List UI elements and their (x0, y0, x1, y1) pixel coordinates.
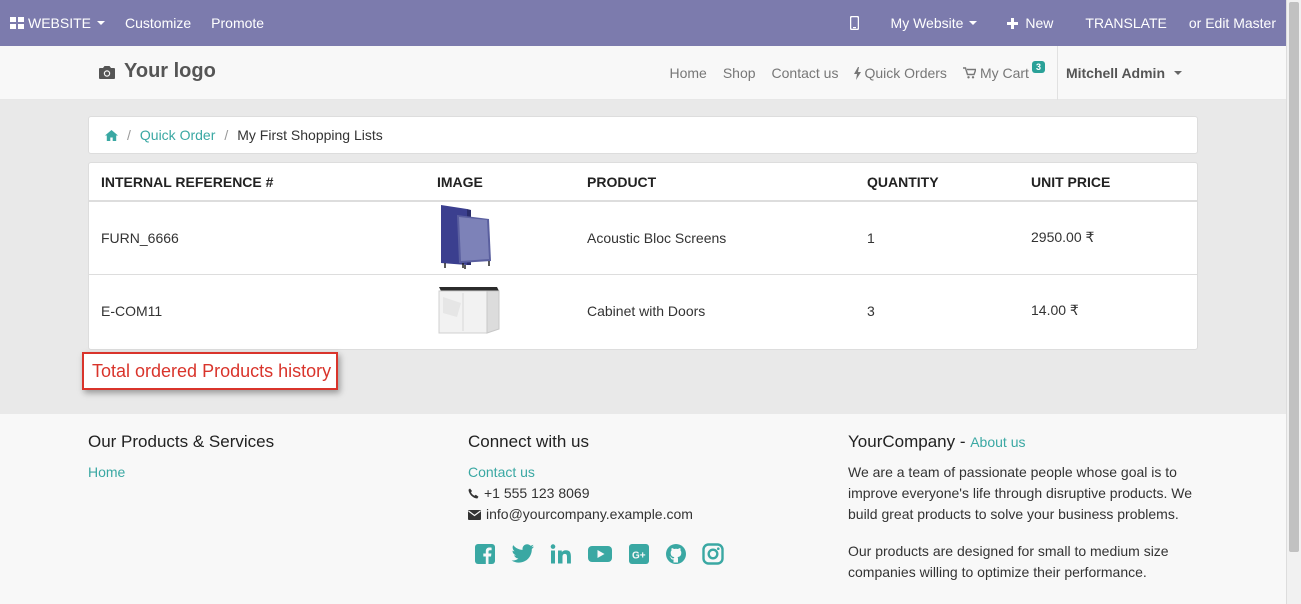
nav-cart[interactable]: My Cart 3 (955, 46, 1053, 100)
footer-col-products: Our Products & Services Home (88, 432, 428, 483)
envelope-icon (468, 509, 481, 520)
camera-icon (99, 65, 115, 79)
row-quantity: 3 (855, 273, 1019, 347)
main-nav: Home Shop Contact us Quick Orders My Car… (661, 46, 1190, 100)
linkedin-icon[interactable] (550, 543, 572, 565)
quick-orders-label: Quick Orders (864, 65, 947, 81)
table-row: E-COM11 Cabinet with Doors 3 14.00 ₹ (89, 273, 1197, 347)
row-image (425, 273, 575, 347)
twitter-icon[interactable] (511, 543, 535, 565)
annotation-callout: Total ordered Products history (82, 352, 338, 390)
website-menu-label: WEBSITE (28, 15, 92, 31)
social-links: G+ (474, 543, 808, 565)
cart-label: My Cart (979, 65, 1029, 81)
footer-about-text-1: We are a team of passionate people whose… (848, 464, 1193, 522)
plus-icon (1007, 17, 1019, 29)
nav-contact[interactable]: Contact us (764, 46, 847, 100)
mobile-icon (849, 16, 859, 30)
site-header: Your logo Home Shop Contact us Quick Ord… (0, 46, 1286, 100)
breadcrumb: / Quick Order / My First Shopping Lists (88, 116, 1198, 154)
footer-col-company: YourCompany - About us We are a team of … (848, 432, 1198, 583)
svg-text:G+: G+ (632, 551, 646, 562)
my-website-label: My Website (890, 15, 964, 31)
product-image-cabinet (438, 287, 500, 334)
breadcrumb-quick-order[interactable]: Quick Order (140, 127, 215, 143)
footer-company-name: YourCompany (848, 432, 956, 451)
site-logo[interactable]: Your logo (98, 60, 216, 83)
order-table: INTERNAL REFERENCE # IMAGE PRODUCT QUANT… (88, 162, 1198, 350)
footer-home-link[interactable]: Home (88, 462, 125, 483)
website-menu[interactable]: WEBSITE (0, 0, 115, 46)
user-menu[interactable]: Mitchell Admin (1056, 46, 1190, 100)
footer-connect-title: Connect with us (468, 432, 589, 451)
footer-company-title: YourCompany - About us (848, 432, 1198, 452)
cart-count-badge: 3 (1031, 61, 1045, 73)
nav-shop[interactable]: Shop (715, 46, 764, 100)
footer-about-text-2: Our products are designed for small to m… (848, 543, 1169, 580)
edit-master-button[interactable]: or Edit Master (1178, 0, 1286, 46)
new-button[interactable]: New (987, 0, 1073, 46)
breadcrumb-separator: / (127, 127, 131, 143)
col-header-image: IMAGE (425, 163, 575, 202)
breadcrumb-separator: / (224, 127, 229, 143)
chevron-down-icon (1174, 71, 1182, 75)
row-image (425, 201, 575, 274)
row-quantity: 1 (867, 229, 875, 246)
col-header-quantity: QUANTITY (855, 163, 1019, 202)
footer-contact-link[interactable]: Contact us (468, 462, 535, 483)
row-product: Acoustic Bloc Screens (587, 229, 727, 246)
youtube-icon[interactable] (587, 543, 613, 565)
cart-icon (962, 67, 976, 79)
chevron-down-icon (97, 21, 106, 25)
footer-email: info@yourcompany.example.com (468, 504, 808, 525)
breadcrumb-current: My First Shopping Lists (237, 127, 383, 143)
facebook-icon[interactable] (474, 543, 496, 565)
row-price: 2950.00 ₹ (1031, 229, 1095, 246)
vertical-scrollbar[interactable] (1286, 0, 1301, 604)
chevron-down-icon (969, 21, 978, 25)
footer-about-link[interactable]: About us (970, 434, 1025, 450)
phone-icon (468, 488, 479, 499)
row-price: 14.00 ₹ (1019, 273, 1197, 347)
instagram-icon[interactable] (702, 543, 724, 565)
customize-menu[interactable]: Customize (115, 0, 201, 46)
nav-quick-orders[interactable]: Quick Orders (846, 46, 954, 100)
product-image-acoustic-screens (441, 205, 491, 270)
site-footer: Our Products & Services Home Connect wit… (0, 414, 1286, 604)
footer-email-text: info@yourcompany.example.com (486, 506, 693, 522)
apps-grid-icon (10, 17, 24, 29)
mobile-preview-button[interactable] (840, 0, 881, 46)
col-header-ref: INTERNAL REFERENCE # (89, 163, 425, 202)
row-ref: E-COM11 (89, 273, 425, 347)
logo-text: Your logo (124, 60, 216, 82)
nav-home[interactable]: Home (661, 46, 714, 100)
google-plus-icon[interactable]: G+ (628, 543, 650, 565)
user-name: Mitchell Admin (1065, 65, 1165, 81)
footer-col-connect: Connect with us Contact us +1 555 123 80… (468, 432, 808, 565)
footer-phone: +1 555 123 8069 (468, 483, 808, 504)
footer-products-title: Our Products & Services (88, 432, 275, 451)
footer-title-dash: - (955, 432, 971, 451)
footer-phone-text: +1 555 123 8069 (484, 485, 590, 501)
translate-button[interactable]: TRANSLATE (1073, 0, 1178, 46)
bolt-icon (854, 66, 862, 80)
col-header-price: UNIT PRICE (1019, 163, 1197, 202)
home-icon[interactable] (105, 129, 118, 141)
table-row: FURN_6666 Acoustic Bloc Screens 1 2950.0… (89, 201, 1197, 274)
row-product: Cabinet with Doors (575, 273, 855, 347)
scrollbar-thumb[interactable] (1289, 2, 1299, 552)
admin-bar: WEBSITE Customize Promote My Website New… (0, 0, 1286, 46)
new-label: New (1025, 15, 1054, 31)
my-website-menu[interactable]: My Website (881, 0, 988, 46)
promote-menu[interactable]: Promote (201, 0, 274, 46)
row-ref: FURN_6666 (101, 229, 179, 246)
github-icon[interactable] (665, 543, 687, 565)
col-header-product: PRODUCT (575, 163, 855, 202)
